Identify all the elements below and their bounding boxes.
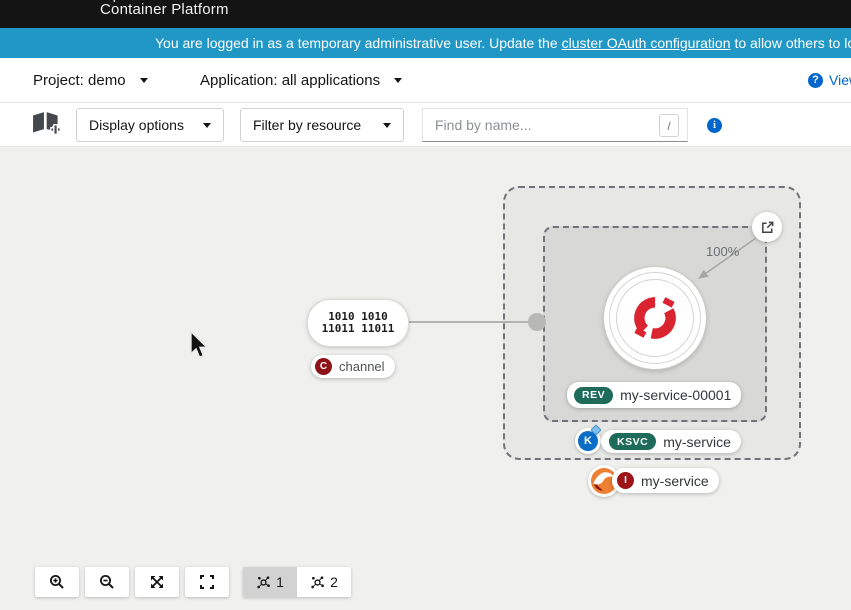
filter-by-resource-label: Filter by resource: [253, 117, 361, 133]
fullscreen-icon: [199, 574, 215, 590]
revision-name: my-service-00001: [620, 387, 731, 403]
expand-arrows-icon: [149, 574, 165, 590]
display-options-label: Display options: [89, 117, 184, 133]
zoom-in-icon: [49, 574, 65, 590]
layout-topology-icon: [256, 575, 271, 590]
knative-service-label[interactable]: KSVC my-service: [601, 430, 741, 453]
revision-kind-badge: REV: [574, 387, 613, 404]
chevron-down-icon: [383, 123, 391, 128]
chevron-down-icon: [394, 78, 402, 83]
project-dropdown-label: Project: demo: [33, 72, 126, 89]
application-dropdown[interactable]: Application: all applications: [200, 58, 402, 102]
event-source-label[interactable]: I my-service: [612, 468, 719, 493]
kservice-kind-badge: KSVC: [609, 433, 656, 450]
find-by-name-input[interactable]: [422, 108, 688, 142]
layout-1-label: 1: [276, 574, 284, 590]
masthead: OpenShift Container Platform: [0, 0, 851, 28]
layout-toggle-group: 1 2: [243, 567, 351, 597]
layout-2-label: 2: [330, 574, 338, 590]
revision-label[interactable]: REV my-service-00001: [567, 382, 741, 408]
zoom-out-icon: [99, 574, 115, 590]
knative-icon[interactable]: K: [575, 428, 601, 454]
channel-kind-badge: C: [315, 358, 332, 375]
channel-label[interactable]: C channel: [311, 355, 395, 378]
info-icon[interactable]: i: [707, 118, 722, 133]
banner-text-before: You are logged in as a temporary adminis…: [155, 35, 558, 51]
chevron-down-icon: [140, 78, 148, 83]
view-shortcuts-link[interactable]: ? View shortcuts: [808, 58, 851, 102]
keyboard-shortcut-badge: /: [659, 114, 679, 137]
quick-add-map-icon[interactable]: [30, 108, 62, 140]
openshift-logo-icon: [630, 293, 680, 343]
channel-node[interactable]: 1010 1010 11011 11011: [307, 299, 409, 347]
zoom-in-button[interactable]: [35, 567, 79, 597]
context-bar: Project: demo Application: all applicati…: [0, 58, 851, 103]
open-map-plus-icon: [31, 109, 61, 137]
filter-by-resource-dropdown[interactable]: Filter by resource: [240, 108, 404, 142]
banner-text-after: to allow others to log in.: [734, 35, 851, 51]
chevron-down-icon: [203, 123, 211, 128]
fit-to-screen-button[interactable]: [135, 567, 179, 597]
traffic-percent-label: 100%: [706, 244, 739, 259]
fullscreen-button[interactable]: [185, 567, 229, 597]
binary-icon-line2: 11011 11011: [322, 323, 395, 335]
layout-1-button[interactable]: 1: [243, 567, 297, 597]
edge-endpoint-dot: [528, 313, 546, 331]
integration-kind-badge: I: [617, 472, 634, 489]
display-options-dropdown[interactable]: Display options: [76, 108, 224, 142]
help-question-icon: ?: [808, 73, 823, 88]
openshift-topology-app: OpenShift Container Platform You are log…: [0, 0, 851, 610]
layout-topology-icon: [310, 575, 325, 590]
cluster-oauth-configuration-link[interactable]: cluster OAuth configuration: [562, 35, 731, 51]
zoom-out-button[interactable]: [85, 567, 129, 597]
event-edge[interactable]: [407, 321, 537, 323]
kservice-name: my-service: [663, 434, 731, 450]
masthead-logo: Container Platform: [100, 1, 229, 18]
temp-admin-banner: You are logged in as a temporary adminis…: [0, 28, 851, 58]
application-dropdown-label: Application: all applications: [200, 72, 380, 89]
project-dropdown[interactable]: Project: demo: [33, 58, 148, 102]
find-by-name-field: /: [422, 108, 688, 142]
channel-name: channel: [339, 359, 385, 374]
view-shortcuts-label: View shortcuts: [829, 72, 851, 88]
layout-2-button[interactable]: 2: [297, 567, 351, 597]
event-source-name: my-service: [641, 473, 709, 489]
